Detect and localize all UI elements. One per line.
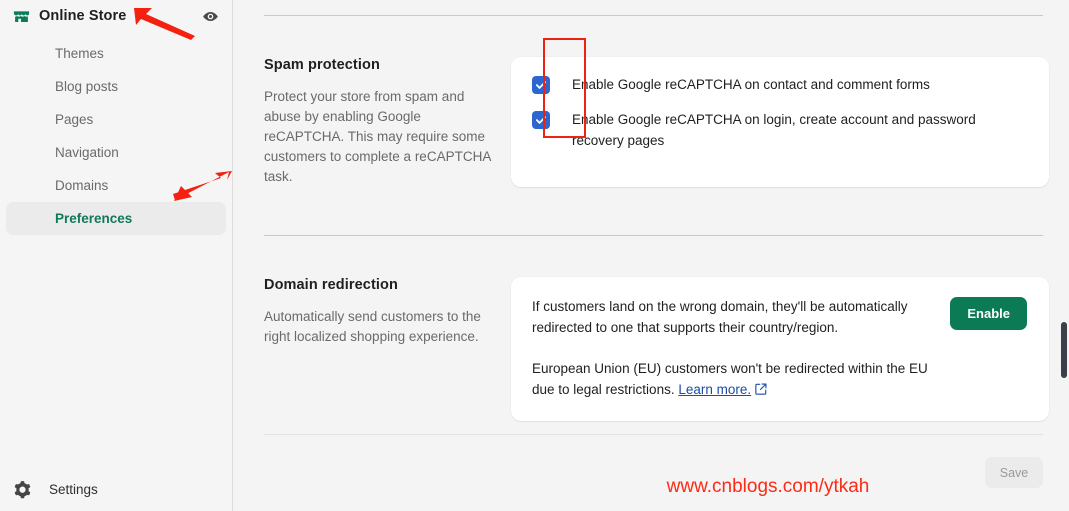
domain-redirection-text: If customers land on the wrong domain, t… <box>532 296 950 401</box>
main-content: Spam protection Protect your store from … <box>233 0 1069 511</box>
domain-redirection-card: If customers land on the wrong domain, t… <box>511 277 1049 421</box>
sidebar-item-label: Domains <box>55 178 109 193</box>
checkbox-checked-icon[interactable] <box>532 76 550 94</box>
sidebar-item-blog-posts[interactable]: Blog posts <box>6 70 226 103</box>
external-link-icon <box>755 380 767 401</box>
sidebar-item-label: Preferences <box>55 211 133 226</box>
enable-button[interactable]: Enable <box>950 297 1027 330</box>
scrollbar-thumb[interactable] <box>1061 322 1067 378</box>
sidebar-item-preferences[interactable]: Preferences <box>6 202 226 235</box>
checkbox-label: Enable Google reCAPTCHA on login, create… <box>572 112 976 148</box>
scrollbar-track[interactable] <box>1057 0 1069 511</box>
checkbox-checked-icon[interactable] <box>532 111 550 129</box>
domain-redirection-paragraph-1: If customers land on the wrong domain, t… <box>532 299 908 335</box>
eye-icon[interactable] <box>198 4 222 28</box>
divider-top <box>264 15 1043 16</box>
learn-more-link[interactable]: Learn more. <box>678 382 751 397</box>
sidebar-item-domains[interactable]: Domains <box>6 169 226 202</box>
section-spam-protection: Spam protection Protect your store from … <box>233 57 1049 187</box>
divider-bottom <box>264 434 1043 435</box>
watermark-text: www.cnblogs.com/ytkah <box>666 476 870 497</box>
sidebar-item-settings[interactable]: Settings <box>0 472 233 506</box>
spam-protection-description: Protect your store from spam and abuse b… <box>264 89 491 184</box>
app-root: Online Store Themes Blog posts Pages Nav… <box>0 0 1069 511</box>
spam-protection-card: Enable Google reCAPTCHA on contact and c… <box>511 57 1049 187</box>
settings-label: Settings <box>49 481 98 497</box>
domain-redirection-info: Domain redirection Automatically send cu… <box>233 277 511 421</box>
sidebar-item-label: Themes <box>55 46 104 61</box>
page-title-domain-redirection: Domain redirection <box>264 277 398 293</box>
domain-redirection-paragraph-2: European Union (EU) customers won't be r… <box>532 358 936 401</box>
sidebar-item-label: Navigation <box>55 145 119 160</box>
gear-icon <box>12 479 32 499</box>
sidebar-nav-list: Themes Blog posts Pages Navigation Domai… <box>0 37 232 235</box>
section-domain-redirection: Domain redirection Automatically send cu… <box>233 277 1049 421</box>
store-title: Online Store <box>39 8 127 24</box>
sidebar-item-pages[interactable]: Pages <box>6 103 226 136</box>
sidebar-item-label: Pages <box>55 112 94 127</box>
checkbox-row-contact-forms[interactable]: Enable Google reCAPTCHA on contact and c… <box>532 75 1029 95</box>
sidebar-store-header[interactable]: Online Store <box>0 1 232 31</box>
sidebar-item-label: Blog posts <box>55 79 119 94</box>
domain-redirection-description: Automatically send customers to the righ… <box>264 309 481 344</box>
divider-middle <box>264 235 1043 236</box>
storefront-icon <box>11 6 31 26</box>
sidebar-item-navigation[interactable]: Navigation <box>6 136 226 169</box>
sidebar: Online Store Themes Blog posts Pages Nav… <box>0 0 233 511</box>
page-title-spam-protection: Spam protection <box>264 57 380 73</box>
checkbox-row-login-pages[interactable]: Enable Google reCAPTCHA on login, create… <box>532 110 1029 151</box>
checkbox-label: Enable Google reCAPTCHA on contact and c… <box>572 77 930 92</box>
sidebar-item-themes[interactable]: Themes <box>6 37 226 70</box>
spam-protection-info: Spam protection Protect your store from … <box>233 57 511 187</box>
